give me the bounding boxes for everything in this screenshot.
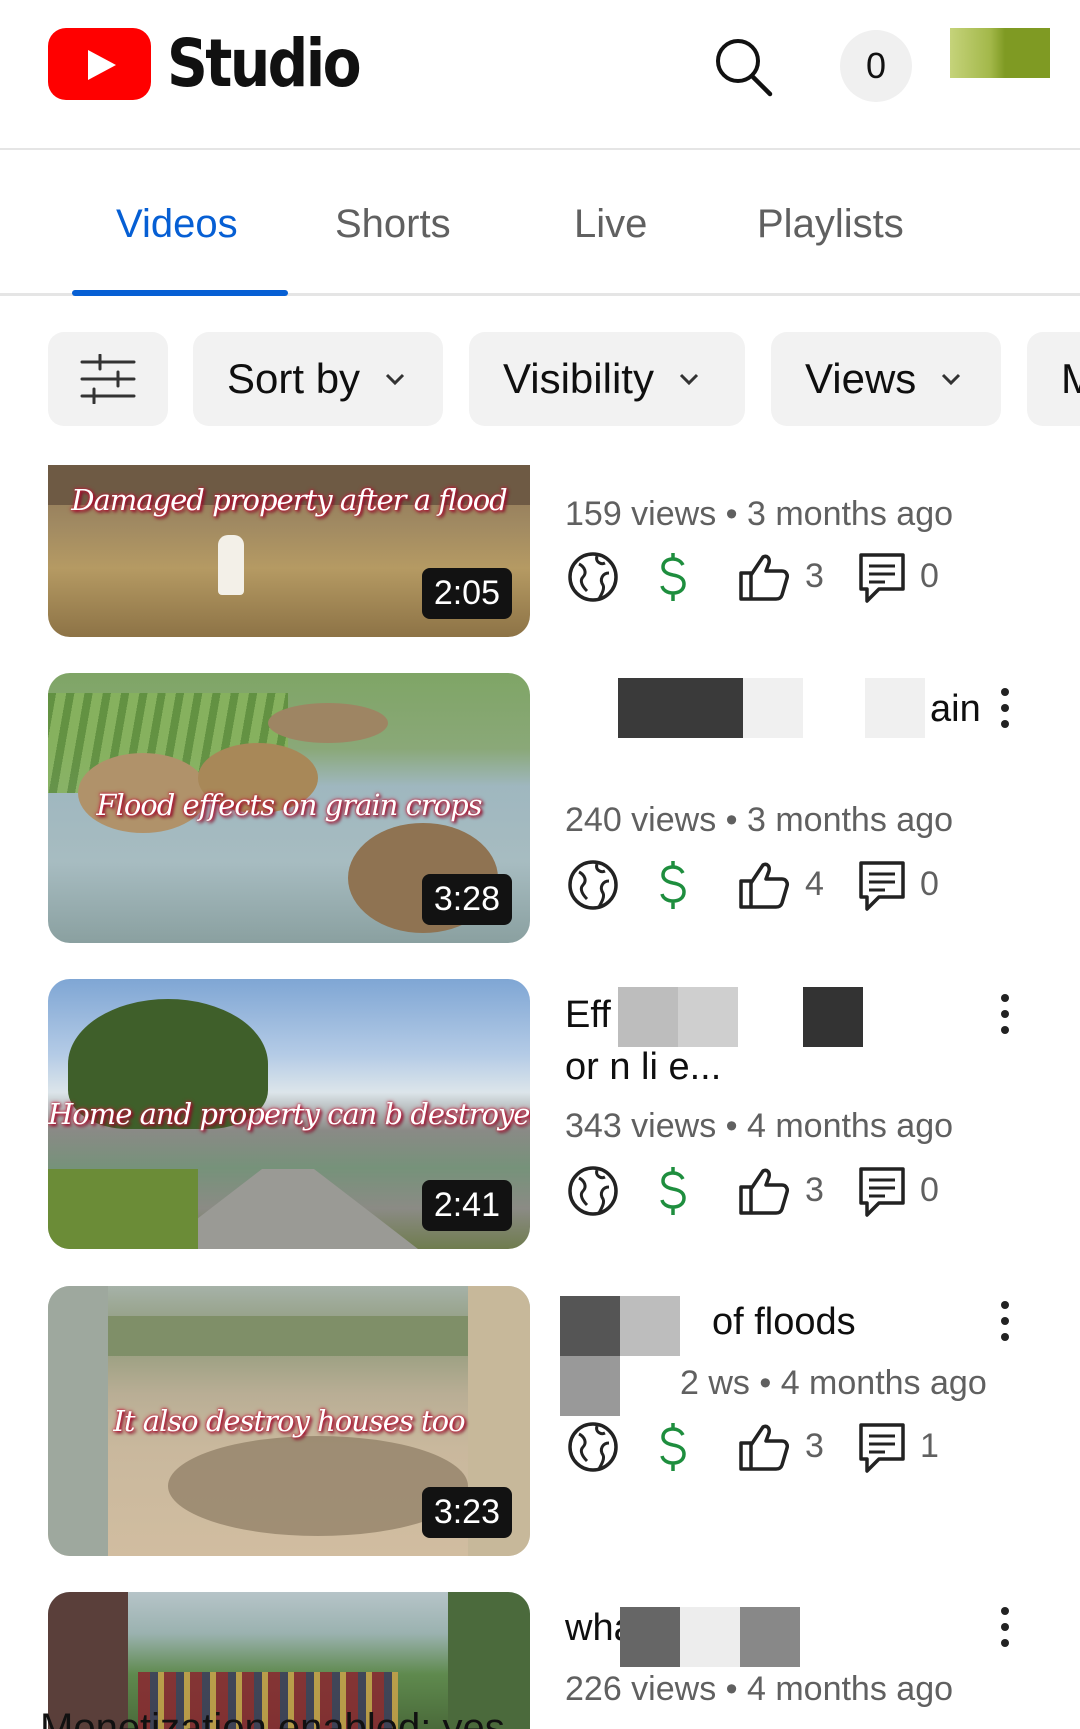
globe-public-icon: [568, 860, 618, 910]
tab-playlists[interactable]: Playlists: [757, 202, 904, 247]
video-title-line-2: or n li e...: [565, 1046, 722, 1088]
visibility-chip[interactable]: Visibility: [469, 332, 745, 426]
tab-shorts[interactable]: Shorts: [335, 202, 451, 247]
notification-count: 0: [865, 45, 887, 86]
globe-public-icon: [568, 552, 618, 602]
studio-logo[interactable]: Studio: [48, 28, 390, 100]
redacted-block: [618, 678, 743, 738]
visibility-label: Visibility: [503, 355, 654, 402]
video-meta: 159 views • 3 months ago: [565, 495, 954, 533]
tab-live[interactable]: Live: [574, 202, 647, 247]
views-label: Views: [805, 355, 917, 402]
video-stats: 4 0: [565, 857, 985, 917]
comment-count: 0: [920, 865, 939, 903]
comment-icon: [859, 1423, 905, 1473]
comment-icon: [859, 1167, 905, 1217]
video-row[interactable]: It also destroy houses too 3:23 of flood…: [0, 1286, 1080, 1571]
search-button[interactable]: [712, 35, 776, 99]
thumbs-up-icon: [739, 1424, 789, 1471]
redacted-block: [620, 1607, 680, 1667]
more-vert-icon[interactable]: [990, 984, 1020, 1044]
youtube-logo-icon: [48, 28, 151, 100]
thumbs-up-icon: [739, 1168, 789, 1215]
chevron-down-icon: [386, 373, 405, 386]
sort-by-label: Sort by: [227, 355, 361, 402]
video-stats: 3 1: [565, 1419, 985, 1479]
like-count: 3: [805, 1171, 824, 1209]
filter-button[interactable]: [48, 332, 168, 426]
video-thumbnail[interactable]: Flood effects on grain crops 3:28: [48, 673, 530, 943]
video-duration: 2:05: [421, 568, 512, 619]
globe-public-icon: [568, 1422, 618, 1472]
redacted-block: [740, 1607, 800, 1667]
video-thumbnail[interactable]: It also destroy houses too 3:23: [48, 1286, 530, 1556]
more-vert-icon[interactable]: [990, 1597, 1020, 1657]
video-stats: 3 0: [565, 1163, 985, 1223]
thumbnail-caption: Damaged property after a flood: [71, 483, 508, 517]
filter-bar: Sort by Visibility Views M: [0, 330, 1080, 430]
account-avatar[interactable]: [950, 28, 1050, 78]
more-vert-icon[interactable]: [990, 678, 1020, 738]
redacted-block: [618, 987, 678, 1047]
video-duration: 2:41: [421, 1180, 512, 1231]
content-tabs: Videos Shorts Live Playlists: [0, 152, 1080, 296]
dollar-monetization-icon: [660, 861, 686, 909]
video-row[interactable]: Home and property can b destroyed 2:41 E…: [0, 979, 1080, 1264]
app-name: Studio: [167, 25, 362, 102]
views-chip[interactable]: Views: [771, 332, 1001, 426]
more-vert-icon[interactable]: [990, 1291, 1020, 1351]
chevron-down-icon: [942, 373, 961, 386]
comment-icon: [859, 861, 905, 911]
thumbnail-caption: Flood effects on grain crops: [96, 788, 482, 822]
more-filter-chip[interactable]: M: [1027, 332, 1080, 426]
search-icon: [716, 39, 773, 97]
notification-count-button[interactable]: 0: [840, 30, 912, 102]
sort-by-chip[interactable]: Sort by: [193, 332, 443, 426]
thumbs-up-icon: [739, 862, 789, 909]
comment-count: 0: [920, 1171, 939, 1209]
video-row[interactable]: Flood effects on grain crops 3:28 ain 24…: [0, 673, 1080, 958]
video-duration: 3:28: [421, 874, 512, 925]
redacted-block: [743, 678, 803, 738]
thumbnail-caption: It also destroy houses too: [113, 1404, 465, 1438]
thumbnail-caption: Home and property can b destroyed: [48, 1097, 530, 1131]
like-count: 3: [805, 1427, 824, 1465]
dollar-monetization-icon: [660, 553, 686, 601]
globe-public-icon: [568, 1166, 618, 1216]
redacted-block: [865, 678, 925, 738]
app-header: Studio 0: [0, 0, 1080, 150]
monetization-status-text: Monetization enabled: yes: [40, 1706, 505, 1729]
redacted-block: [678, 987, 738, 1047]
redacted-block: [560, 1296, 620, 1356]
video-title[interactable]: ain: [930, 683, 990, 735]
video-title[interactable]: of floods: [712, 1296, 972, 1348]
redacted-block: [620, 1296, 680, 1356]
filter-sliders-icon: [80, 354, 136, 404]
video-meta: 2 ws • 4 months ago: [680, 1364, 987, 1402]
video-thumbnail[interactable]: Damaged property after a flood 2:05: [48, 465, 530, 637]
redacted-block: [803, 987, 863, 1047]
comment-count: 1: [920, 1427, 939, 1465]
redacted-block: [560, 1356, 620, 1416]
redacted-block: [680, 1607, 740, 1667]
video-thumbnail[interactable]: Home and property can b destroyed 2:41: [48, 979, 530, 1249]
like-count: 3: [805, 557, 824, 595]
video-meta: 343 views • 4 months ago: [565, 1107, 954, 1145]
video-duration: 3:23: [421, 1487, 512, 1538]
dollar-monetization-icon: [660, 1167, 686, 1215]
chevron-down-icon: [679, 373, 698, 386]
thumbs-up-icon: [739, 554, 789, 601]
comment-count: 0: [920, 557, 939, 595]
video-stats: 3 0: [565, 549, 985, 609]
like-count: 4: [805, 865, 824, 903]
more-filter-label: M: [1061, 355, 1080, 402]
active-tab-indicator: [72, 290, 288, 296]
comment-icon: [859, 553, 905, 603]
video-meta: 240 views • 3 months ago: [565, 801, 954, 839]
dollar-monetization-icon: [660, 1423, 686, 1471]
tab-videos[interactable]: Videos: [116, 202, 238, 247]
video-meta: 226 views • 4 months ago: [565, 1670, 954, 1708]
